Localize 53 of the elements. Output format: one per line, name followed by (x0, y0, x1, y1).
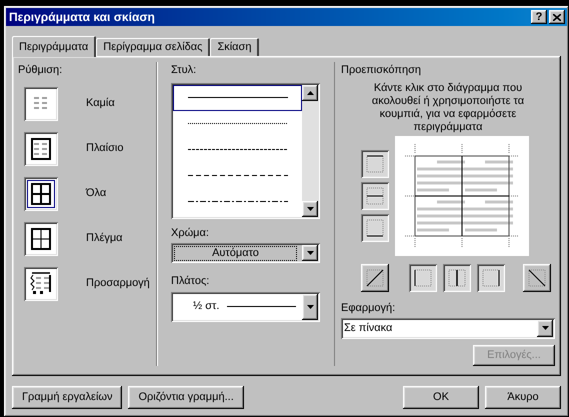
table-preview-drawing[interactable] (395, 136, 529, 256)
setting-option-label: Προσαρμογή (86, 276, 150, 292)
width-label: Πλάτος: (171, 274, 210, 289)
dropdown-arrow-icon (306, 304, 314, 308)
setting-label: Ρύθμιση: (18, 63, 64, 78)
border-toggle-button[interactable] (443, 264, 471, 292)
setting-option[interactable] (24, 222, 58, 256)
apply-dropdown[interactable]: Σε πίνακα (341, 318, 555, 339)
tab[interactable]: Σκίαση (210, 38, 260, 56)
apply-label: Εφαρμογή: (341, 300, 396, 316)
border-toggle-button[interactable] (477, 264, 505, 292)
line-style-option[interactable] (173, 84, 302, 110)
color-label: Χρώμα: (171, 226, 210, 240)
window-title: Περιγράμματα και σκίαση (9, 9, 156, 26)
border-toggle-button[interactable] (361, 214, 389, 242)
setting-option-label: Πλαίσιο (86, 141, 124, 156)
scroll-up-icon (306, 90, 314, 94)
preview-label: Προεπισκόπηση (341, 63, 422, 78)
dropdown-arrow-button[interactable] (302, 294, 318, 320)
dropdown-arrow-button[interactable] (537, 320, 553, 337)
setting-option-label: Πλέγμα (86, 231, 123, 246)
border-line-icon (527, 268, 547, 288)
border-toggle-button[interactable] (523, 264, 551, 292)
dropdown-arrow-icon (306, 251, 314, 255)
border-toggle-button[interactable] (361, 182, 389, 210)
dropdown-arrow-button[interactable] (302, 245, 318, 261)
help-button[interactable]: ? (531, 10, 547, 24)
setting-option[interactable] (24, 86, 58, 120)
border-toggle-button[interactable] (361, 150, 389, 178)
tab[interactable]: Περίγραμμα σελίδας (96, 38, 210, 56)
color-dropdown[interactable]: Αυτόματο (171, 243, 320, 263)
dropdown-arrow-icon (542, 326, 548, 330)
setting-option-label: Καμία (86, 96, 115, 112)
close-icon (553, 14, 561, 20)
scrollbar[interactable] (302, 84, 318, 216)
style-label: Στυλ: (171, 63, 198, 78)
dialog-button[interactable]: OK (403, 386, 479, 409)
dropdown-arrow-icon (306, 206, 314, 210)
setting-option[interactable] (24, 132, 58, 166)
close-button[interactable] (549, 10, 565, 24)
tab[interactable]: Περιγράμματα (12, 36, 96, 57)
border-toggle-button[interactable] (361, 264, 389, 292)
width-dropdown[interactable]: ½ στ. (171, 292, 320, 322)
border-line-icon (365, 268, 385, 288)
setting-option[interactable] (24, 266, 58, 300)
setting-option-label: Όλα (86, 186, 106, 202)
style-list[interactable] (171, 82, 320, 218)
preview-instructions: Κάντε κλικ στο διάγραμμα που ακολουθεί ή χρησιμοποιήστε τα κουμπιά, για να εφαρμόσετε περιγράμματα (370, 82, 526, 134)
dialog-button[interactable]: Άκυρο (485, 386, 561, 409)
dialog-button[interactable]: Γραμμή εργαλείων (12, 386, 122, 409)
setting-option[interactable] (24, 176, 58, 210)
border-toggle-button[interactable] (409, 264, 437, 292)
dialog-button[interactable]: Οριζόντια γραμμή... (128, 386, 244, 409)
